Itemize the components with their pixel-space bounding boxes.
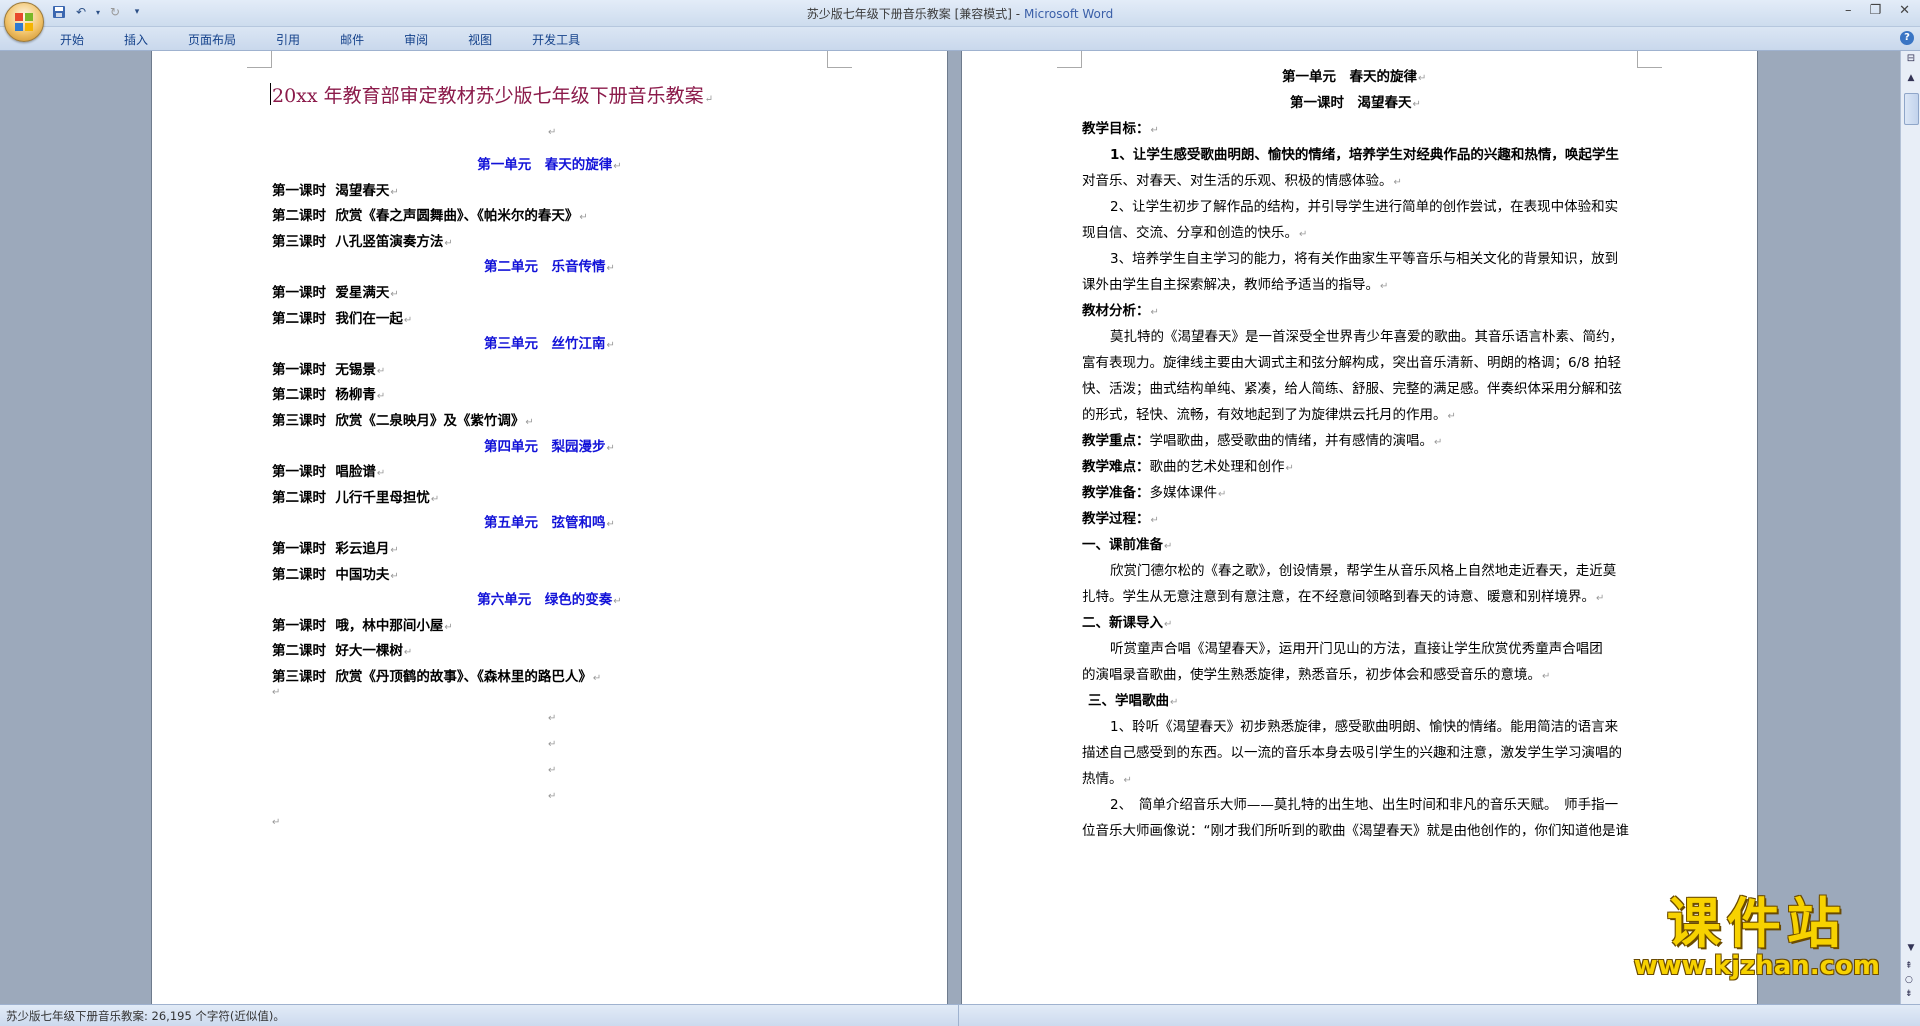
lesson-entry: 第二课时 欣赏《春之声圆舞曲》、《帕米尔的春天》↵ bbox=[272, 208, 588, 225]
ribbon-tab[interactable]: 视图 bbox=[456, 30, 504, 48]
ribbon-tab[interactable]: 邮件 bbox=[328, 30, 376, 48]
unit-heading: 第一单元 春天的旋律↵ bbox=[477, 157, 622, 173]
step-heading: 三、学唱歌曲↵ bbox=[1088, 693, 1179, 709]
paragraph-mark: ↵ bbox=[548, 765, 557, 776]
body-text: 3、培养学生自主学习的能力，将有关作曲家生平等音乐与相关文化的背景知识，放到 bbox=[1110, 251, 1619, 267]
unit-heading: 第六单元 绿色的变奏↵ bbox=[477, 592, 622, 609]
body-text: 1、聆听《渴望春天》初步熟悉旋律，感受歌曲明朗、愉快的情绪。能用简洁的语言来 bbox=[1110, 719, 1619, 735]
document-page-2[interactable]: 第一单元 春天的旋律↵ 第一课时 渴望春天↵ 教学目标：↵ 1、让学生感受歌曲明… bbox=[962, 51, 1757, 1004]
unit-heading: 第三单元 丝竹江南↵ bbox=[484, 336, 615, 353]
watermark-logo: 课件站 www.kjzhan.com bbox=[1633, 892, 1880, 981]
body-text: 快、活泼；曲式结构单纯、紧凑，给人简练、舒服、完整的满足感。伴奏织体采用分解和弦 bbox=[1082, 381, 1622, 397]
ribbon-tab[interactable]: 开始 bbox=[48, 30, 96, 48]
body-text: 位音乐大师画像说：“刚才我们所听到的歌曲《渴望春天》就是由他创作的，你们知道他是… bbox=[1082, 823, 1629, 839]
restore-icon[interactable]: ❐ bbox=[1869, 3, 1881, 18]
body-text: 欣赏门德尔松的《春之歌》，创设情景，帮学生从音乐风格上自然地走近春天，走近莫 bbox=[1110, 563, 1617, 579]
paragraph-mark: ↵ bbox=[548, 739, 557, 750]
lesson-entry: 第三课时 欣赏《二泉映月》及《紫竹调》↵ bbox=[272, 413, 534, 429]
unit-heading: 第一单元 春天的旋律↵ bbox=[1282, 69, 1427, 85]
process-label: 教学过程：↵ bbox=[1082, 511, 1159, 527]
ribbon-tab[interactable]: 开发工具 bbox=[520, 30, 592, 48]
body-text: 现自信、交流、分享和创造的快乐。↵ bbox=[1082, 225, 1308, 241]
status-divider bbox=[958, 1005, 959, 1026]
lesson-entry: 第二课时 中国功夫↵ bbox=[272, 566, 399, 583]
key-point-line: 教学重点：学唱歌曲，感受歌曲的情绪，并有感情的演唱。↵ bbox=[1082, 433, 1443, 449]
crop-mark bbox=[1057, 51, 1082, 68]
body-text: 1、让学生感受歌曲明朗、愉快的情绪，培养学生对经典作品的兴趣和热情，唤起学生 bbox=[1110, 147, 1619, 163]
body-text: 热情。↵ bbox=[1082, 771, 1132, 787]
body-text: 的演唱录音歌曲，使学生熟悉旋律，熟悉音乐，初步体会和感受音乐的意境。↵ bbox=[1082, 667, 1551, 683]
next-page-icon[interactable]: ⇟ bbox=[1905, 989, 1913, 999]
minimize-icon[interactable]: – bbox=[1845, 3, 1852, 18]
paragraph-mark: ↵ bbox=[548, 127, 557, 138]
ribbon-tab[interactable]: 页面布局 bbox=[176, 30, 248, 48]
scroll-down-icon[interactable]: ▼ bbox=[1904, 943, 1918, 957]
body-text: 的形式，轻快、流畅，有效地起到了为旋律烘云托月的作用。↵ bbox=[1082, 407, 1456, 423]
vertical-scrollbar[interactable]: ⊟ ▲ ▼ ⇞ ○ ⇟ bbox=[1900, 51, 1920, 1004]
office-logo-icon bbox=[15, 13, 33, 31]
objectives-label: 教学目标：↵ bbox=[1082, 121, 1159, 137]
previous-page-icon[interactable]: ⇞ bbox=[1905, 961, 1913, 971]
window-controls: – ❐ ✕ bbox=[1845, 3, 1910, 18]
body-text: 莫扎特的《渴望春天》是一首深受全世界青少年喜爱的歌曲。其音乐语言朴素、简约， bbox=[1110, 329, 1623, 345]
window-title: 苏少版七年级下册音乐教案 [兼容模式] - Microsoft Word bbox=[806, 7, 1114, 21]
document-page-1[interactable]: 20xx 年教育部审定教材苏少版七年级下册音乐教案↵ ↵ 第一单元 春天的旋律↵… bbox=[152, 51, 947, 1004]
text-cursor bbox=[270, 83, 271, 105]
difficulty-line: 教学难点：歌曲的艺术处理和创作↵ bbox=[1082, 459, 1294, 475]
step-heading: 二、新课导入↵ bbox=[1082, 615, 1173, 631]
body-text: 课外由学生自主探索解决，教师给予适当的指导。↵ bbox=[1082, 277, 1389, 293]
lesson-entry: 第一课时 无锡景↵ bbox=[272, 361, 386, 378]
paragraph-mark: ↵ bbox=[272, 687, 281, 698]
unit-heading: 第四单元 梨园漫步↵ bbox=[484, 438, 615, 455]
body-text: 富有表现力。旋律线主要由大调式主和弦分解构成，突出音乐清新、明朗的格调；6/8 … bbox=[1082, 355, 1622, 371]
lesson-entry: 第一课时 渴望春天↵ bbox=[272, 182, 399, 199]
unit-heading: 第五单元 弦管和鸣↵ bbox=[484, 515, 615, 532]
view-ruler-icon[interactable]: ⊟ bbox=[1904, 53, 1918, 67]
lesson-heading: 第一课时 渴望春天↵ bbox=[1290, 95, 1421, 111]
body-text: 听赏童声合唱《渴望春天》，运用开门见山的方法，直接让学生欣赏优秀童声合唱团 bbox=[1110, 641, 1603, 657]
lesson-entry: 第二课时 好大一棵树↵ bbox=[272, 643, 413, 660]
crop-mark bbox=[247, 51, 272, 68]
browse-object-icon[interactable]: ○ bbox=[1905, 975, 1913, 985]
lesson-entry: 第三课时 欣赏《丹顶鹤的故事》、《森林里的路巴人》↵ bbox=[272, 669, 602, 685]
help-icon[interactable]: ? bbox=[1900, 31, 1914, 45]
scroll-up-icon[interactable]: ▲ bbox=[1904, 73, 1918, 87]
body-text: 2、 简单介绍音乐大师——莫扎特的出生地、出生时间和非凡的音乐天赋。 师手指一 bbox=[1110, 797, 1619, 813]
document-title: 20xx 年教育部审定教材苏少版七年级下册音乐教案↵ bbox=[272, 85, 714, 107]
scroll-thumb[interactable] bbox=[1904, 93, 1919, 125]
paragraph-mark: ↵ bbox=[272, 817, 281, 828]
lesson-entry: 第一课时 哦，林中那间小屋↵ bbox=[272, 617, 453, 634]
crop-mark bbox=[827, 51, 852, 68]
body-text: 扎特。学生从无意注意到有意注意，在不经意间领略到春天的诗意、暖意和别样境界。↵ bbox=[1082, 589, 1605, 605]
status-bar: 苏少版七年级下册音乐教案: 26,195 个字符(近似值)。 bbox=[0, 1004, 1920, 1026]
lesson-entry: 第二课时 杨柳青↵ bbox=[272, 387, 386, 404]
lesson-entry: 第一课时 彩云追月↵ bbox=[272, 541, 399, 557]
lesson-entry: 第二课时 我们在一起↵ bbox=[272, 310, 413, 327]
lesson-entry: 第一课时 唱脸谱↵ bbox=[272, 464, 386, 481]
unit-heading: 第二单元 乐音传情↵ bbox=[484, 259, 615, 276]
close-icon[interactable]: ✕ bbox=[1899, 3, 1910, 18]
word-count-status[interactable]: 苏少版七年级下册音乐教案: 26,195 个字符(近似值)。 bbox=[6, 1008, 285, 1024]
ribbon-tab[interactable]: 引用 bbox=[264, 30, 312, 48]
title-bar: ↶ ▾ ↻ ▾ 苏少版七年级下册音乐教案 [兼容模式] - Microsoft … bbox=[0, 0, 1920, 27]
body-text: 描述自己感受到的东西。以一流的音乐本身去吸引学生的兴趣和注意，激发学生学习演唱的 bbox=[1082, 745, 1622, 761]
ribbon-tab-bar: 开始 插入 页面布局 引用 邮件 审阅 视图 开发工具 ? bbox=[0, 27, 1920, 51]
lesson-entry: 第三课时 八孔竖笛演奏方法↵ bbox=[272, 233, 453, 250]
lesson-entry: 第二课时 儿行千里母担忧↵ bbox=[272, 489, 440, 506]
ribbon-tab[interactable]: 审阅 bbox=[392, 30, 440, 48]
crop-mark bbox=[1637, 51, 1662, 68]
analysis-label: 教材分析：↵ bbox=[1082, 303, 1159, 319]
paragraph-mark: ↵ bbox=[548, 713, 557, 724]
body-text: 对音乐、对春天、对生活的乐观、积极的情感体验。↵ bbox=[1082, 173, 1402, 189]
preparation-line: 教学准备：多媒体课件↵ bbox=[1082, 485, 1227, 501]
office-button[interactable] bbox=[4, 2, 44, 42]
ribbon-tab[interactable]: 插入 bbox=[112, 30, 160, 48]
lesson-entry: 第一课时 爱星满天↵ bbox=[272, 285, 399, 301]
body-text: 2、让学生初步了解作品的结构，并引导学生进行简单的创作尝试，在表现中体验和实 bbox=[1110, 199, 1619, 215]
paragraph-mark: ↵ bbox=[548, 791, 557, 802]
document-workspace: 20xx 年教育部审定教材苏少版七年级下册音乐教案↵ ↵ 第一单元 春天的旋律↵… bbox=[0, 51, 1900, 1004]
step-heading: 一、课前准备↵ bbox=[1082, 537, 1173, 553]
